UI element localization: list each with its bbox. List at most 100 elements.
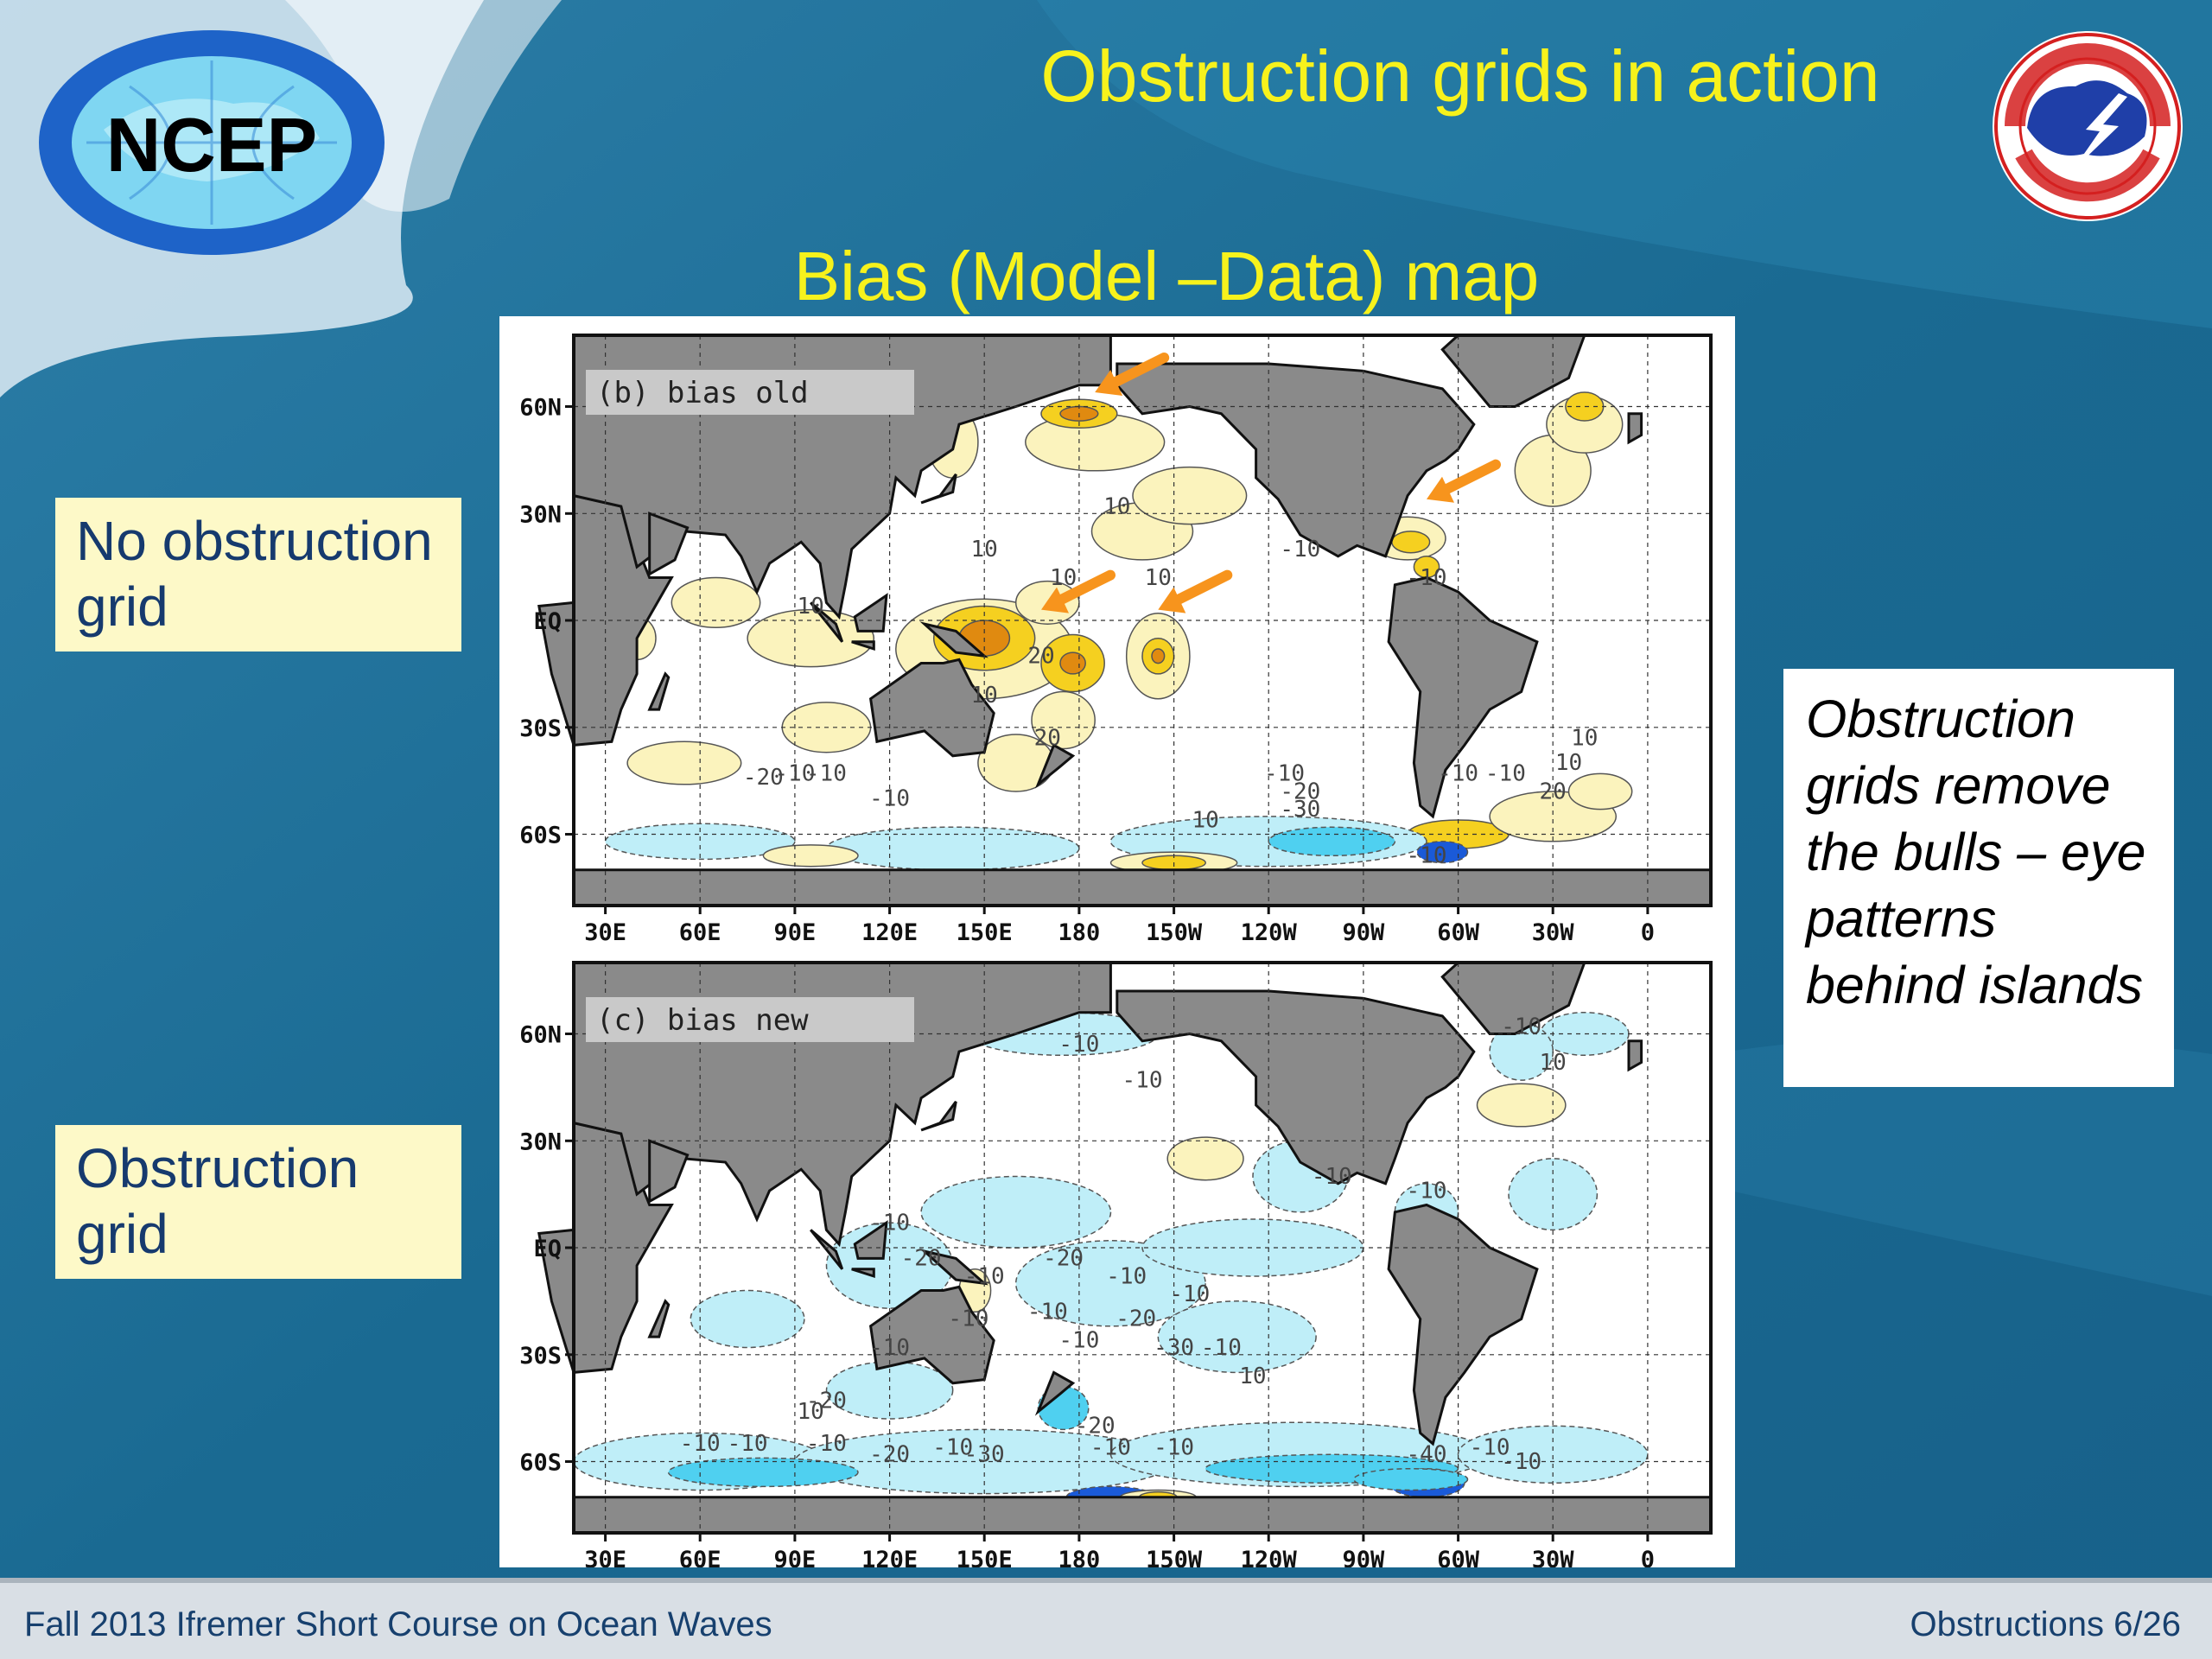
lon-tick-label: 0 xyxy=(1641,1547,1655,1567)
lat-tick-label: 30S xyxy=(519,715,562,742)
contour-label: -20 xyxy=(1116,1306,1156,1332)
lat-tick-label: EQ xyxy=(533,1236,562,1262)
contour-label: -10 xyxy=(1438,761,1478,787)
panel-title: (c) bias new xyxy=(596,1003,809,1038)
contour-label: -10 xyxy=(806,1431,847,1457)
contour-label: 10 xyxy=(1239,1363,1266,1389)
label-no-obstruction-text: No obstruction grid xyxy=(76,510,433,638)
slide-subtitle: Bias (Model –Data) map xyxy=(793,238,1540,315)
contour-label: -10 xyxy=(1407,843,1447,869)
contour-label: 10 xyxy=(798,1399,824,1425)
lon-tick-label: 150W xyxy=(1146,1547,1203,1567)
contour-label: -30 xyxy=(1154,1335,1194,1361)
label-no-obstruction: No obstruction grid xyxy=(55,498,461,652)
contour-label: 20 xyxy=(1027,644,1054,670)
lon-tick-label: 60E xyxy=(679,1547,721,1567)
contour-label: -10 xyxy=(1485,761,1526,787)
contour-label: 10 xyxy=(1540,1050,1567,1076)
lon-tick-label: 60E xyxy=(679,919,721,946)
lat-tick-label: 30S xyxy=(519,1343,562,1370)
lon-tick-label: 180 xyxy=(1058,919,1101,946)
lat-tick-label: 30N xyxy=(519,501,562,528)
contour-label: -20 xyxy=(869,1442,910,1468)
lon-tick-label: 60W xyxy=(1437,1547,1480,1567)
lon-tick-label: 180 xyxy=(1058,1547,1101,1567)
bias-maps-figure: 10 10 10 10 20 10 10 -10 -10 20 -10 -20 -30 10 -10 -10 2… xyxy=(499,316,1735,1573)
contour-label: 10 xyxy=(798,594,824,620)
contour-label: -10 xyxy=(1201,1335,1242,1361)
bias-region xyxy=(1166,1136,1244,1181)
note-text: Obstruction grids remove the bulls – eye… xyxy=(1806,690,2146,1014)
contour-label: -10 xyxy=(869,786,910,812)
contour-label: -10 xyxy=(1027,1300,1068,1325)
contour-label: 10 xyxy=(1103,493,1130,519)
lon-tick-label: 120W xyxy=(1241,919,1298,946)
contour-label: -10 xyxy=(1501,1014,1541,1040)
ncep-logo: NCEP xyxy=(35,26,389,259)
contour-label: -10 xyxy=(680,1431,721,1457)
bias-region xyxy=(1508,1158,1599,1231)
contour-label: -10 xyxy=(1058,1328,1099,1354)
contour-label: 20 xyxy=(1034,725,1061,751)
contour-label: -20 xyxy=(1043,1246,1084,1272)
bias-region xyxy=(1567,772,1633,810)
bias-region xyxy=(1151,648,1166,664)
contour-label: -10 xyxy=(948,1306,988,1332)
contour-label: -10 xyxy=(1169,1281,1210,1307)
lat-tick-label: EQ xyxy=(533,608,562,635)
note-box: Obstruction grids remove the bulls – eye… xyxy=(1783,669,2174,1087)
contour-label: 10 xyxy=(971,537,998,563)
contour-label: 20 xyxy=(1540,779,1567,804)
contour-label: -30 xyxy=(964,1442,1005,1468)
contour-label: -30 xyxy=(1280,797,1320,823)
land-mass xyxy=(572,868,1713,907)
lon-tick-label: 120W xyxy=(1241,1547,1298,1567)
ncep-logo-text: NCEP xyxy=(105,102,318,188)
lon-tick-label: 150E xyxy=(957,1547,1013,1567)
contour-label: -10 xyxy=(869,1210,910,1236)
contour-label: -10 xyxy=(964,1263,1005,1289)
contour-label: -10 xyxy=(1280,537,1320,563)
contour-label: -10 xyxy=(1407,1178,1447,1204)
map-panel-new: -10-10-1010-10-20-10-10-10-20-10-10-10-1… xyxy=(519,961,1713,1573)
bias-region xyxy=(920,1175,1112,1249)
contour-label: -20 xyxy=(901,1246,942,1272)
contour-label: -10 xyxy=(1122,1067,1163,1093)
footer-page: Obstructions 6/26 xyxy=(1910,1605,2182,1643)
lon-tick-label: 30W xyxy=(1532,1547,1575,1567)
label-obstruction: Obstruction grid xyxy=(55,1125,461,1279)
panel-title: (b) bias old xyxy=(596,376,809,410)
contour-label: -10 xyxy=(1154,1434,1194,1460)
lat-tick-label: 60N xyxy=(519,1022,562,1049)
lon-tick-label: 90W xyxy=(1343,919,1386,946)
contour-label: 10 xyxy=(1555,750,1582,776)
land-mass xyxy=(572,1496,1713,1535)
contour-label: 10 xyxy=(1192,807,1218,833)
lon-tick-label: 150E xyxy=(957,919,1013,946)
bias-region xyxy=(1268,826,1396,857)
contour-label: -10 xyxy=(1058,1032,1099,1058)
lon-tick-label: 30E xyxy=(584,919,626,946)
nws-logo xyxy=(1989,24,2186,228)
bias-region xyxy=(1141,1218,1364,1277)
bias-region xyxy=(1391,531,1431,554)
contour-label: 10 xyxy=(971,683,998,709)
bias-region xyxy=(825,826,1080,871)
footer-course: Fall 2013 Ifremer Short Course on Ocean … xyxy=(24,1605,772,1643)
lon-tick-label: 90W xyxy=(1343,1547,1386,1567)
lat-tick-label: 30N xyxy=(519,1128,562,1155)
bias-region xyxy=(1132,466,1248,525)
bias-region xyxy=(1353,1467,1469,1491)
bias-region xyxy=(690,1289,805,1349)
lat-tick-label: 60S xyxy=(519,1450,562,1477)
slide-title: Obstruction grids in action xyxy=(1040,35,1880,117)
lon-tick-label: 120E xyxy=(861,919,918,946)
label-obstruction-text: Obstruction grid xyxy=(76,1137,359,1265)
lon-tick-label: 30E xyxy=(584,1547,626,1567)
contour-label: -10 xyxy=(1106,1263,1147,1289)
contour-label: -10 xyxy=(806,761,847,787)
contour-label: -10 xyxy=(1090,1434,1131,1460)
map-panel-old: 10101010201010-10-1020-10-20-3010-10-102… xyxy=(519,334,1713,946)
bias-region xyxy=(1476,1083,1567,1128)
contour-label: -10 xyxy=(869,1335,910,1361)
